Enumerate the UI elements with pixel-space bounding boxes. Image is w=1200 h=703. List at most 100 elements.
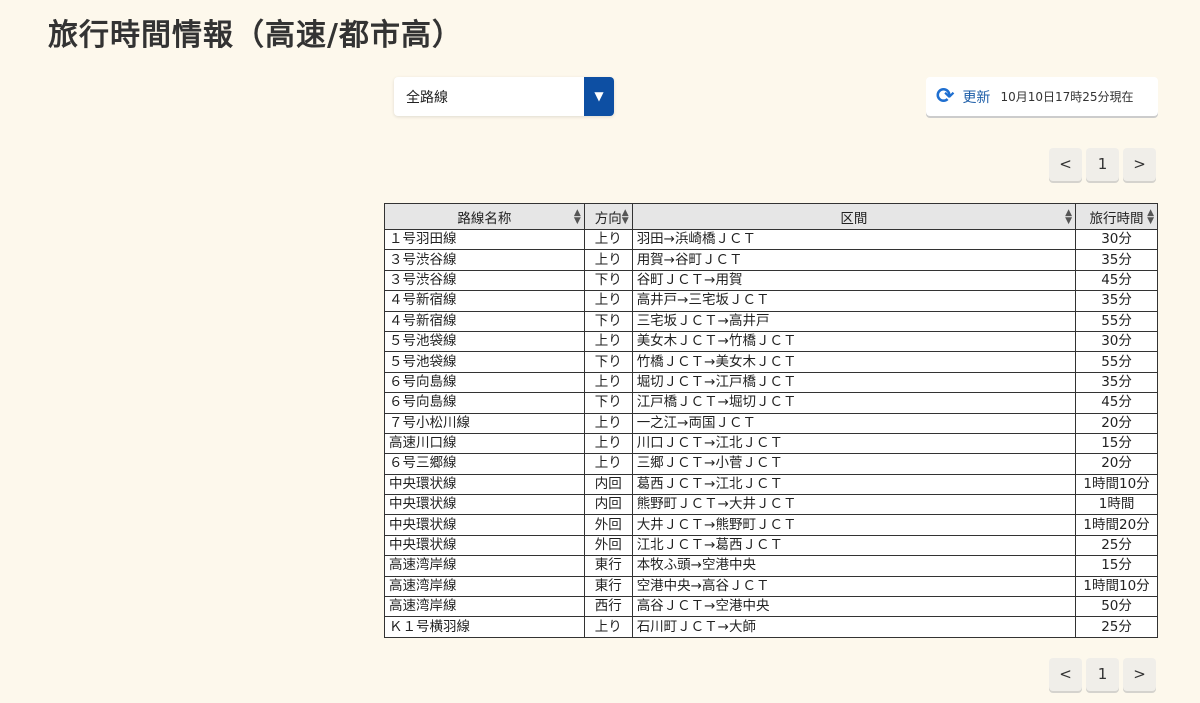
section-cell: 石川町ＪＣＴ→大師 xyxy=(631,616,1077,638)
route-name-cell: ４号新宿線 xyxy=(384,310,585,332)
direction-cell: 東行 xyxy=(583,555,633,577)
section-cell: 用賀→谷町ＪＣＴ xyxy=(631,249,1077,271)
route-name-cell: 中央環状線 xyxy=(384,514,585,536)
page-number-button[interactable]: 1 xyxy=(1086,148,1119,181)
pager-top: < 1 > xyxy=(1049,148,1156,181)
travel-time-cell: 1時間20分 xyxy=(1075,514,1158,536)
direction-cell: 内回 xyxy=(583,473,633,496)
table-row: １号羽田線 上り 羽田→浜崎橋ＪＣＴ 30分 xyxy=(384,228,1158,251)
update-timestamp: 10月10日17時25分現在 xyxy=(1000,90,1134,104)
route-name-cell: ４号新宿線 xyxy=(384,290,585,312)
travel-time-cell: 1時間10分 xyxy=(1075,575,1158,598)
section-cell: 一之江→両国ＪＣＴ xyxy=(631,412,1077,434)
travel-time-cell: 15分 xyxy=(1075,555,1158,577)
sort-icon[interactable]: ▲ ▼ xyxy=(1065,209,1072,226)
section-cell: 谷町ＪＣＴ→用賀 xyxy=(631,269,1077,292)
route-name-cell: ３号渋谷線 xyxy=(384,249,585,271)
travel-time-cell: 30分 xyxy=(1075,330,1158,353)
sort-icon[interactable]: ▲ ▼ xyxy=(1147,209,1154,226)
table-row: ４号新宿線 上り 高井戸→三宅坂ＪＣＴ 35分 xyxy=(384,290,1158,312)
travel-time-cell: 35分 xyxy=(1075,290,1158,312)
section-cell: 本牧ふ頭→空港中央 xyxy=(631,555,1077,577)
section-cell: 江戸橋ＪＣＴ→堀切ＪＣＴ xyxy=(631,392,1077,414)
direction-cell: 西行 xyxy=(583,596,633,618)
travel-time-cell: 20分 xyxy=(1075,453,1158,475)
table-row: ７号小松川線 上り 一之江→両国ＪＣＴ 20分 xyxy=(384,412,1158,434)
next-page-button[interactable]: > xyxy=(1123,148,1156,181)
table-row: 高速湾岸線 東行 本牧ふ頭→空港中央 15分 xyxy=(384,555,1158,577)
route-name-cell: １号羽田線 xyxy=(384,228,585,251)
direction-cell: 上り xyxy=(583,432,633,455)
travel-time-cell: 15分 xyxy=(1075,432,1158,455)
column-header-route-name[interactable]: 路線名称 ▲ ▼ xyxy=(384,203,585,230)
section-cell: 竹橋ＪＣＴ→美女木ＪＣＴ xyxy=(631,351,1077,373)
route-name-cell: ６号向島線 xyxy=(384,371,585,394)
direction-cell: 上り xyxy=(583,290,633,312)
direction-cell: 上り xyxy=(583,616,633,638)
column-header-direction[interactable]: 方向 ▲ ▼ xyxy=(583,203,633,230)
table-row: ６号三郷線 上り 三郷ＪＣＴ→小菅ＪＣＴ 20分 xyxy=(384,453,1158,475)
refresh-icon: ⟳ xyxy=(936,84,955,109)
dropdown-arrow-icon[interactable]: ▼ xyxy=(584,77,614,116)
section-cell: 大井ＪＣＴ→熊野町ＪＣＴ xyxy=(631,514,1077,536)
direction-cell: 上り xyxy=(583,453,633,475)
route-name-cell: 中央環状線 xyxy=(384,494,585,516)
table-row: ５号池袋線 上り 美女木ＪＣＴ→竹橋ＪＣＴ 30分 xyxy=(384,330,1158,353)
travel-time-cell: 45分 xyxy=(1075,392,1158,414)
sort-icon[interactable]: ▲ ▼ xyxy=(622,209,629,226)
travel-time-cell: 35分 xyxy=(1075,371,1158,394)
next-page-button[interactable]: > xyxy=(1123,658,1156,691)
column-header-label: 区間 xyxy=(840,210,868,227)
column-header-label: 方向 xyxy=(594,210,622,227)
route-name-cell: ６号三郷線 xyxy=(384,453,585,475)
table-row: Ｋ１号横羽線 上り 石川町ＪＣＴ→大師 25分 xyxy=(384,616,1158,638)
section-cell: 高井戸→三宅坂ＪＣＴ xyxy=(631,290,1077,312)
direction-cell: 上り xyxy=(583,228,633,251)
route-select[interactable]: 全路線 ▼ xyxy=(394,77,614,116)
route-select-value: 全路線 xyxy=(406,90,448,106)
page-title: 旅行時間情報（高速/都市高） xyxy=(48,18,463,53)
prev-page-button[interactable]: < xyxy=(1049,148,1082,181)
route-name-cell: 高速湾岸線 xyxy=(384,575,585,598)
table-row: 高速湾岸線 東行 空港中央→高谷ＪＣＴ 1時間10分 xyxy=(384,575,1158,598)
section-cell: 三郷ＪＣＴ→小菅ＪＣＴ xyxy=(631,453,1077,475)
prev-page-button[interactable]: < xyxy=(1049,658,1082,691)
section-cell: 熊野町ＪＣＴ→大井ＪＣＴ xyxy=(631,494,1077,516)
column-header-section[interactable]: 区間 ▲ ▼ xyxy=(631,203,1077,230)
travel-time-cell: 50分 xyxy=(1075,596,1158,618)
section-cell: 空港中央→高谷ＪＣＴ xyxy=(631,575,1077,598)
direction-cell: 上り xyxy=(583,249,633,271)
table-row: 中央環状線 内回 葛西ＪＣＴ→江北ＪＣＴ 1時間10分 xyxy=(384,473,1158,496)
travel-time-cell: 25分 xyxy=(1075,616,1158,638)
table-row: 高速湾岸線 西行 高谷ＪＣＴ→空港中央 50分 xyxy=(384,596,1158,618)
sort-icon[interactable]: ▲ ▼ xyxy=(574,209,581,226)
direction-cell: 上り xyxy=(583,371,633,394)
refresh-label: 更新 xyxy=(962,89,991,106)
refresh-button[interactable]: ⟳ 更新 10月10日17時25分現在 xyxy=(926,77,1158,116)
table-row: 中央環状線 外回 江北ＪＣＴ→葛西ＪＣＴ 25分 xyxy=(384,534,1158,557)
section-cell: 高谷ＪＣＴ→空港中央 xyxy=(631,596,1077,618)
section-cell: 江北ＪＣＴ→葛西ＪＣＴ xyxy=(631,534,1077,557)
travel-time-cell: 55分 xyxy=(1075,351,1158,373)
travel-time-cell: 55分 xyxy=(1075,310,1158,332)
table-row: ６号向島線 下り 江戸橋ＪＣＴ→堀切ＪＣＴ 45分 xyxy=(384,392,1158,414)
section-cell: 川口ＪＣＴ→江北ＪＣＴ xyxy=(631,432,1077,455)
column-header-travel-time[interactable]: 旅行時間 ▲ ▼ xyxy=(1075,203,1158,230)
section-cell: 美女木ＪＣＴ→竹橋ＪＣＴ xyxy=(631,330,1077,353)
route-name-cell: ７号小松川線 xyxy=(384,412,585,434)
table-row: ６号向島線 上り 堀切ＪＣＴ→江戸橋ＪＣＴ 35分 xyxy=(384,371,1158,394)
table-row: ５号池袋線 下り 竹橋ＪＣＴ→美女木ＪＣＴ 55分 xyxy=(384,351,1158,373)
route-name-cell: ６号向島線 xyxy=(384,392,585,414)
route-name-cell: ５号池袋線 xyxy=(384,330,585,353)
table-row: ３号渋谷線 上り 用賀→谷町ＪＣＴ 35分 xyxy=(384,249,1158,271)
table-row: 高速川口線 上り 川口ＪＣＴ→江北ＪＣＴ 15分 xyxy=(384,432,1158,455)
travel-time-cell: 30分 xyxy=(1075,228,1158,251)
route-name-cell: 高速湾岸線 xyxy=(384,596,585,618)
direction-cell: 東行 xyxy=(583,575,633,598)
section-cell: 堀切ＪＣＴ→江戸橋ＪＣＴ xyxy=(631,371,1077,394)
pager-bottom: < 1 > xyxy=(1049,658,1156,691)
section-cell: 葛西ＪＣＴ→江北ＪＣＴ xyxy=(631,473,1077,496)
direction-cell: 外回 xyxy=(583,534,633,557)
direction-cell: 下り xyxy=(583,310,633,332)
page-number-button[interactable]: 1 xyxy=(1086,658,1119,691)
